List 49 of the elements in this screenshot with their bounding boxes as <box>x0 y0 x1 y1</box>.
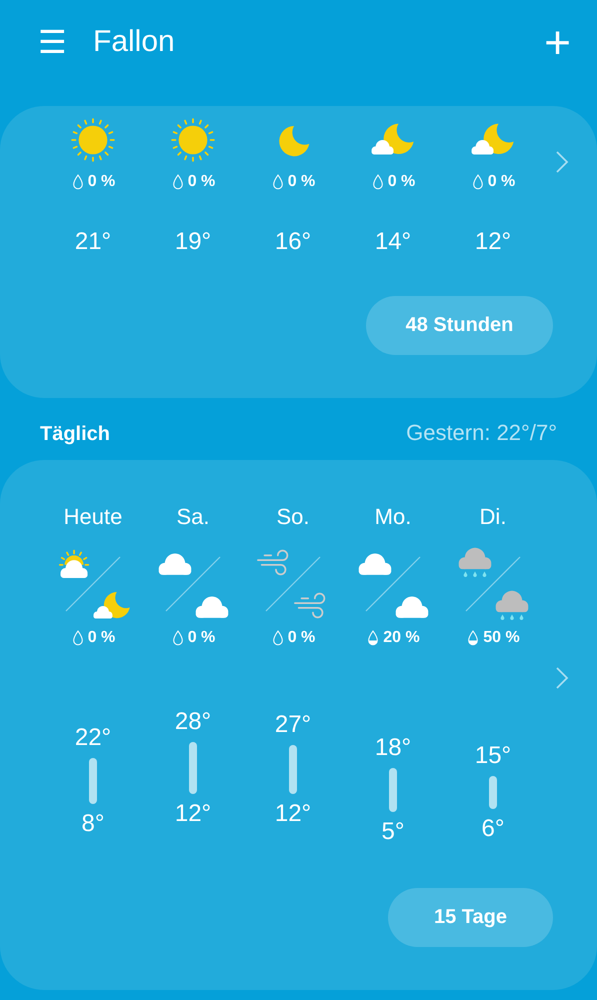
day-label: So. <box>276 504 310 531</box>
yesterday-text: Gestern: 22°/7° <box>406 420 557 446</box>
diagonal-line <box>63 554 123 614</box>
high-temperature: 28° <box>174 708 212 736</box>
day-label: Mo. <box>374 504 412 531</box>
diagonal-line <box>163 554 223 614</box>
day-label: Di. <box>480 504 506 531</box>
high-temperature: 18° <box>374 734 412 762</box>
low-temperature: 5° <box>382 818 404 846</box>
low-temperature: 8° <box>82 810 104 838</box>
section-title: Täglich <box>40 423 110 446</box>
precipitation-text: 20 % <box>383 629 420 647</box>
precipitation-text: 0 % <box>88 629 116 647</box>
temperature-text: 21° <box>74 228 112 256</box>
day-label: Sa. <box>176 504 210 531</box>
temperature-text: 16° <box>274 228 312 256</box>
temperature-text: 14° <box>374 228 412 256</box>
days-button[interactable]: 15 Tage <box>388 888 553 947</box>
hours-button[interactable]: 48 Stunden <box>366 296 553 355</box>
diagonal-line <box>363 554 423 614</box>
low-temperature: 6° <box>482 815 504 844</box>
temperature-range-bar <box>488 776 497 810</box>
precipitation-text: 0 % <box>188 173 216 191</box>
precipitation-text: 0 % <box>288 173 316 191</box>
temperature-range-bar <box>288 744 297 794</box>
high-temperature: 22° <box>74 724 112 752</box>
chevron-right-icon[interactable] <box>555 666 569 690</box>
menu-icon[interactable]: ☰ <box>38 23 78 61</box>
temperature-text: 12° <box>474 228 512 256</box>
diagonal-line <box>263 554 323 614</box>
day-label: Heute <box>64 504 122 531</box>
precipitation-text: 0 % <box>188 629 216 647</box>
temperature-range-bar <box>388 768 397 812</box>
precipitation-text: 0 % <box>488 173 516 191</box>
temperature-range-bar <box>88 758 97 804</box>
precipitation-text: 0 % <box>288 629 316 647</box>
low-temperature: 12° <box>174 800 212 828</box>
low-temperature: 12° <box>274 800 312 828</box>
precipitation-text: 50 % <box>483 629 520 647</box>
diagonal-line <box>463 554 523 614</box>
precipitation-text: 0 % <box>88 173 116 191</box>
high-temperature: 15° <box>474 742 512 770</box>
location-title: Fallon <box>93 25 176 59</box>
high-temperature: 27° <box>274 710 312 739</box>
temperature-text: 19° <box>174 228 212 256</box>
chevron-right-icon[interactable] <box>555 150 569 174</box>
temperature-range-bar <box>188 742 197 794</box>
add-icon[interactable]: + <box>544 19 571 65</box>
precipitation-text: 0 % <box>388 173 416 191</box>
